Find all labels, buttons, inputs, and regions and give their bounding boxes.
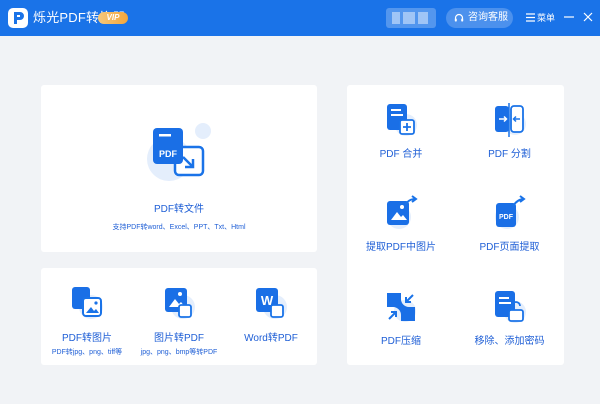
headset-icon [454,13,464,22]
close-icon[interactable] [582,11,594,23]
password-label: 移除、添加密码 [474,336,545,347]
title-bar: 烁光PDF转换器 VIP 咨询客服 菜单 [0,0,600,36]
app-logo-icon [8,8,28,28]
customer-service-label: 咨询客服 [468,12,508,23]
user-account[interactable] [386,8,436,28]
compress-icon [387,293,416,322]
extract-page-label: PDF页面提取 [479,242,540,253]
customer-service-button[interactable]: 咨询客服 [446,8,513,28]
bottom-tools-card: PDF转图片 PDF转jpg、png、tiff等 图片转PDF jpg、png、… [41,268,317,365]
menu-label[interactable]: 菜单 [537,12,555,24]
main-feature-card[interactable]: PDF PDF转文件 支持PDF转word、Excel、PPT、Txt、Html [41,85,317,252]
merge-icon [387,104,417,136]
svg-text:PDF: PDF [499,214,514,221]
pdf-to-image-tile[interactable]: PDF转图片 PDF转jpg、png、tiff等 [41,268,133,365]
pdf-split-tile[interactable]: PDF 分割 [455,85,564,178]
pdf-to-image-icon [72,287,103,319]
pdf-to-image-description: PDF转jpg、png、tiff等 [51,349,123,356]
pdf-to-file-label: PDF转文件 [154,204,204,215]
pdf-to-image-label: PDF转图片 [62,333,112,344]
pdf-compress-tile[interactable]: PDF压缩 [347,271,455,365]
menu-icon[interactable] [526,13,535,22]
extract-page-icon: PDF [495,195,526,229]
extract-image-tile[interactable]: 提取PDF中图片 [347,178,455,271]
pdf-convert-icon: PDF [147,123,211,181]
word-to-pdf-label: Word转PDF [244,333,298,344]
pdf-split-label: PDF 分割 [488,149,531,160]
svg-text:PDF: PDF [159,149,178,159]
word-to-pdf-icon: W [256,288,287,319]
split-icon [495,103,526,137]
minimize-icon[interactable] [563,11,575,23]
pdf-to-file-description: 支持PDF转word、Excel、PPT、Txt、Html [112,224,246,231]
password-tile[interactable]: 移除、添加密码 [455,271,564,365]
right-tools-card: PDF 合并 PDF 分割 提取PDF中图片 PDF PDF页面提取 PDF压缩… [347,85,564,365]
word-to-pdf-tile[interactable]: W Word转PDF [225,268,317,365]
image-to-pdf-icon [165,288,195,319]
pdf-to-file-tile[interactable]: PDF PDF转文件 支持PDF转word、Excel、PPT、Txt、Html [41,85,317,252]
image-to-pdf-label: 图片转PDF [154,333,204,344]
extract-image-label: 提取PDF中图片 [366,242,436,253]
pdf-merge-label: PDF 合并 [379,149,423,160]
pdf-compress-label: PDF压缩 [381,336,421,347]
extract-image-icon [387,195,418,229]
pdf-merge-tile[interactable]: PDF 合并 [347,85,455,178]
image-to-pdf-tile[interactable]: 图片转PDF jpg、png、bmp等转PDF [133,268,225,365]
image-to-pdf-description: jpg、png、bmp等转PDF [140,349,218,356]
password-icon [495,291,526,323]
vip-badge[interactable]: VIP [98,12,128,24]
extract-page-tile[interactable]: PDF PDF页面提取 [455,178,564,271]
